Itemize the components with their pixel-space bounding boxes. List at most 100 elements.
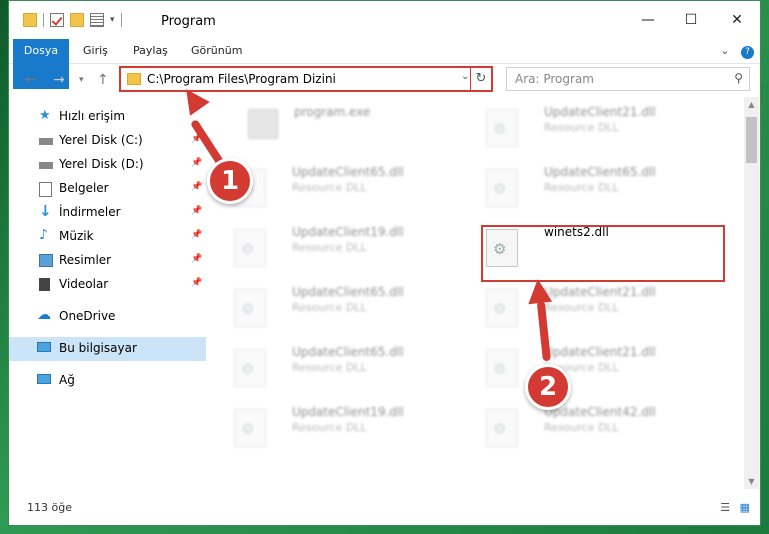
- ribbon-tabs: Dosya Giriş Paylaş Görünüm ⌄ ?: [9, 39, 760, 89]
- file-name: program.exe: [294, 105, 371, 119]
- minimize-button[interactable]: —: [633, 9, 663, 31]
- properties-check-icon[interactable]: [50, 13, 64, 27]
- file-name: UpdateClient19.dll: [292, 225, 404, 239]
- view-icon[interactable]: [90, 13, 104, 27]
- address-path[interactable]: C:\Program Files\Program Dizini: [147, 72, 336, 86]
- scroll-up-icon[interactable]: ▲: [744, 97, 759, 112]
- network-icon: [37, 374, 51, 384]
- list-item[interactable]: UpdateClient21.dll Resource DLL: [476, 343, 706, 393]
- nav-item-quick-access[interactable]: ★ Hızlı erişim: [9, 105, 206, 129]
- nav-item-label: Yerel Disk (D:): [59, 157, 144, 171]
- dll-file-icon: [486, 169, 518, 207]
- nav-item-label: Müzik: [59, 229, 94, 243]
- callout-badge-1: 1: [207, 158, 253, 204]
- file-type: Resource DLL: [544, 421, 619, 434]
- tab-view[interactable]: Görünüm: [191, 39, 242, 63]
- callout-badge-2: 2: [525, 364, 571, 410]
- file-name: UpdateClient65.dll: [544, 165, 656, 179]
- list-item[interactable]: UpdateClient21.dll Resource DLL: [476, 103, 706, 153]
- nav-item-downloads[interactable]: ↓ İndirmeler 📌: [9, 201, 206, 225]
- list-item[interactable]: UpdateClient65.dll Resource DLL: [224, 343, 454, 393]
- music-icon: ♪: [39, 227, 48, 243]
- folder-icon: [127, 73, 141, 85]
- maximize-button[interactable]: ☐: [676, 9, 706, 31]
- file-name: UpdateClient65.dll: [292, 165, 404, 179]
- nav-item-label: OneDrive: [59, 309, 116, 323]
- dll-file-icon: [234, 409, 266, 447]
- search-icon[interactable]: ⚲: [734, 71, 743, 85]
- file-type: Resource DLL: [544, 301, 619, 314]
- nav-item-network[interactable]: Ağ: [9, 369, 206, 393]
- divider: [43, 13, 44, 27]
- title-bar: ▾ Program — ☐ ✕: [9, 1, 760, 37]
- new-folder-icon[interactable]: [70, 13, 84, 27]
- address-bar[interactable]: C:\Program Files\Program Dizini ⌄ ↻: [119, 66, 493, 92]
- nav-item-this-pc[interactable]: Bu bilgisayar: [9, 337, 206, 361]
- pin-icon: 📌: [191, 254, 203, 264]
- computer-icon: [37, 342, 51, 352]
- chevron-down-icon[interactable]: ⌄: [461, 71, 469, 82]
- pin-icon: 📌: [191, 182, 203, 192]
- file-name: UpdateClient21.dll: [544, 285, 656, 299]
- vertical-scrollbar[interactable]: ▲ ▼: [744, 97, 759, 489]
- quick-access-toolbar: ▾: [23, 13, 122, 27]
- list-item[interactable]: UpdateClient65.dll Resource DLL: [224, 283, 454, 333]
- file-name: UpdateClient19.dll: [292, 405, 404, 419]
- file-type: Resource DLL: [292, 361, 367, 374]
- scroll-down-icon[interactable]: ▼: [744, 474, 759, 489]
- dll-file-icon: [486, 409, 518, 447]
- recent-locations-button[interactable]: ▾: [79, 75, 84, 85]
- list-item[interactable]: UpdateClient65.dll Resource DLL: [224, 163, 454, 213]
- search-box[interactable]: Ara: Program ⚲: [506, 67, 750, 91]
- customize-toolbar-icon[interactable]: ▾: [110, 15, 115, 25]
- help-icon[interactable]: ?: [741, 46, 754, 59]
- list-item[interactable]: program.exe: [218, 103, 448, 153]
- nav-item-local-disk-c[interactable]: Yerel Disk (C:) 📌: [9, 129, 206, 153]
- cloud-icon: ☁: [37, 307, 51, 323]
- nav-item-label: Resimler: [59, 253, 112, 267]
- up-button[interactable]: ↑: [97, 72, 109, 88]
- nav-item-label: Belgeler: [59, 181, 109, 195]
- tab-share[interactable]: Paylaş: [133, 39, 168, 63]
- search-placeholder: Ara: Program: [515, 72, 594, 86]
- view-toggle: ☰ ▦: [720, 501, 750, 514]
- large-icons-view-icon[interactable]: ▦: [740, 501, 750, 514]
- highlight-box: [481, 225, 725, 282]
- nav-item-label: Yerel Disk (C:): [59, 133, 143, 147]
- dll-file-icon: [486, 289, 518, 327]
- nav-item-documents[interactable]: Belgeler 📌: [9, 177, 206, 201]
- file-name: UpdateClient21.dll: [544, 345, 656, 359]
- file-type: Resource DLL: [544, 181, 619, 194]
- back-button[interactable]: ←: [25, 72, 37, 88]
- nav-item-local-disk-d[interactable]: Yerel Disk (D:) 📌: [9, 153, 206, 177]
- scroll-thumb[interactable]: [746, 117, 757, 163]
- close-button[interactable]: ✕: [722, 9, 752, 31]
- list-item[interactable]: UpdateClient65.dll Resource DLL: [476, 163, 706, 213]
- item-count: 113 öğe: [27, 501, 72, 514]
- nav-item-music[interactable]: ♪ Müzik 📌: [9, 225, 206, 249]
- divider: [120, 13, 122, 27]
- drive-icon: [39, 138, 53, 145]
- nav-item-onedrive[interactable]: ☁ OneDrive: [9, 305, 206, 329]
- refresh-button[interactable]: ↻: [470, 68, 491, 90]
- forward-button[interactable]: →: [53, 72, 65, 88]
- nav-item-label: İndirmeler: [59, 205, 121, 219]
- tab-home[interactable]: Giriş: [83, 39, 108, 63]
- drive-icon: [39, 162, 53, 169]
- details-view-icon[interactable]: ☰: [720, 501, 730, 514]
- chevron-down-icon[interactable]: ⌄: [720, 44, 729, 57]
- list-item[interactable]: UpdateClient19.dll Resource DLL: [224, 223, 454, 273]
- list-item[interactable]: UpdateClient42.dll Resource DLL: [476, 403, 706, 453]
- nav-item-label: Ağ: [59, 373, 75, 387]
- window-title: Program: [161, 14, 216, 29]
- navigation-pane: ★ Hızlı erişim Yerel Disk (C:) 📌 Yerel D…: [9, 101, 209, 491]
- dll-file-icon: [486, 349, 518, 387]
- file-name: UpdateClient42.dll: [544, 405, 656, 419]
- list-item[interactable]: UpdateClient21.dll Resource DLL: [476, 283, 706, 333]
- file-type: Resource DLL: [544, 121, 619, 134]
- file-name: UpdateClient21.dll: [544, 105, 656, 119]
- list-item[interactable]: UpdateClient19.dll Resource DLL: [224, 403, 454, 453]
- nav-item-pictures[interactable]: Resimler 📌: [9, 249, 206, 273]
- pin-icon: 📌: [191, 278, 203, 288]
- nav-item-videos[interactable]: Videolar 📌: [9, 273, 206, 297]
